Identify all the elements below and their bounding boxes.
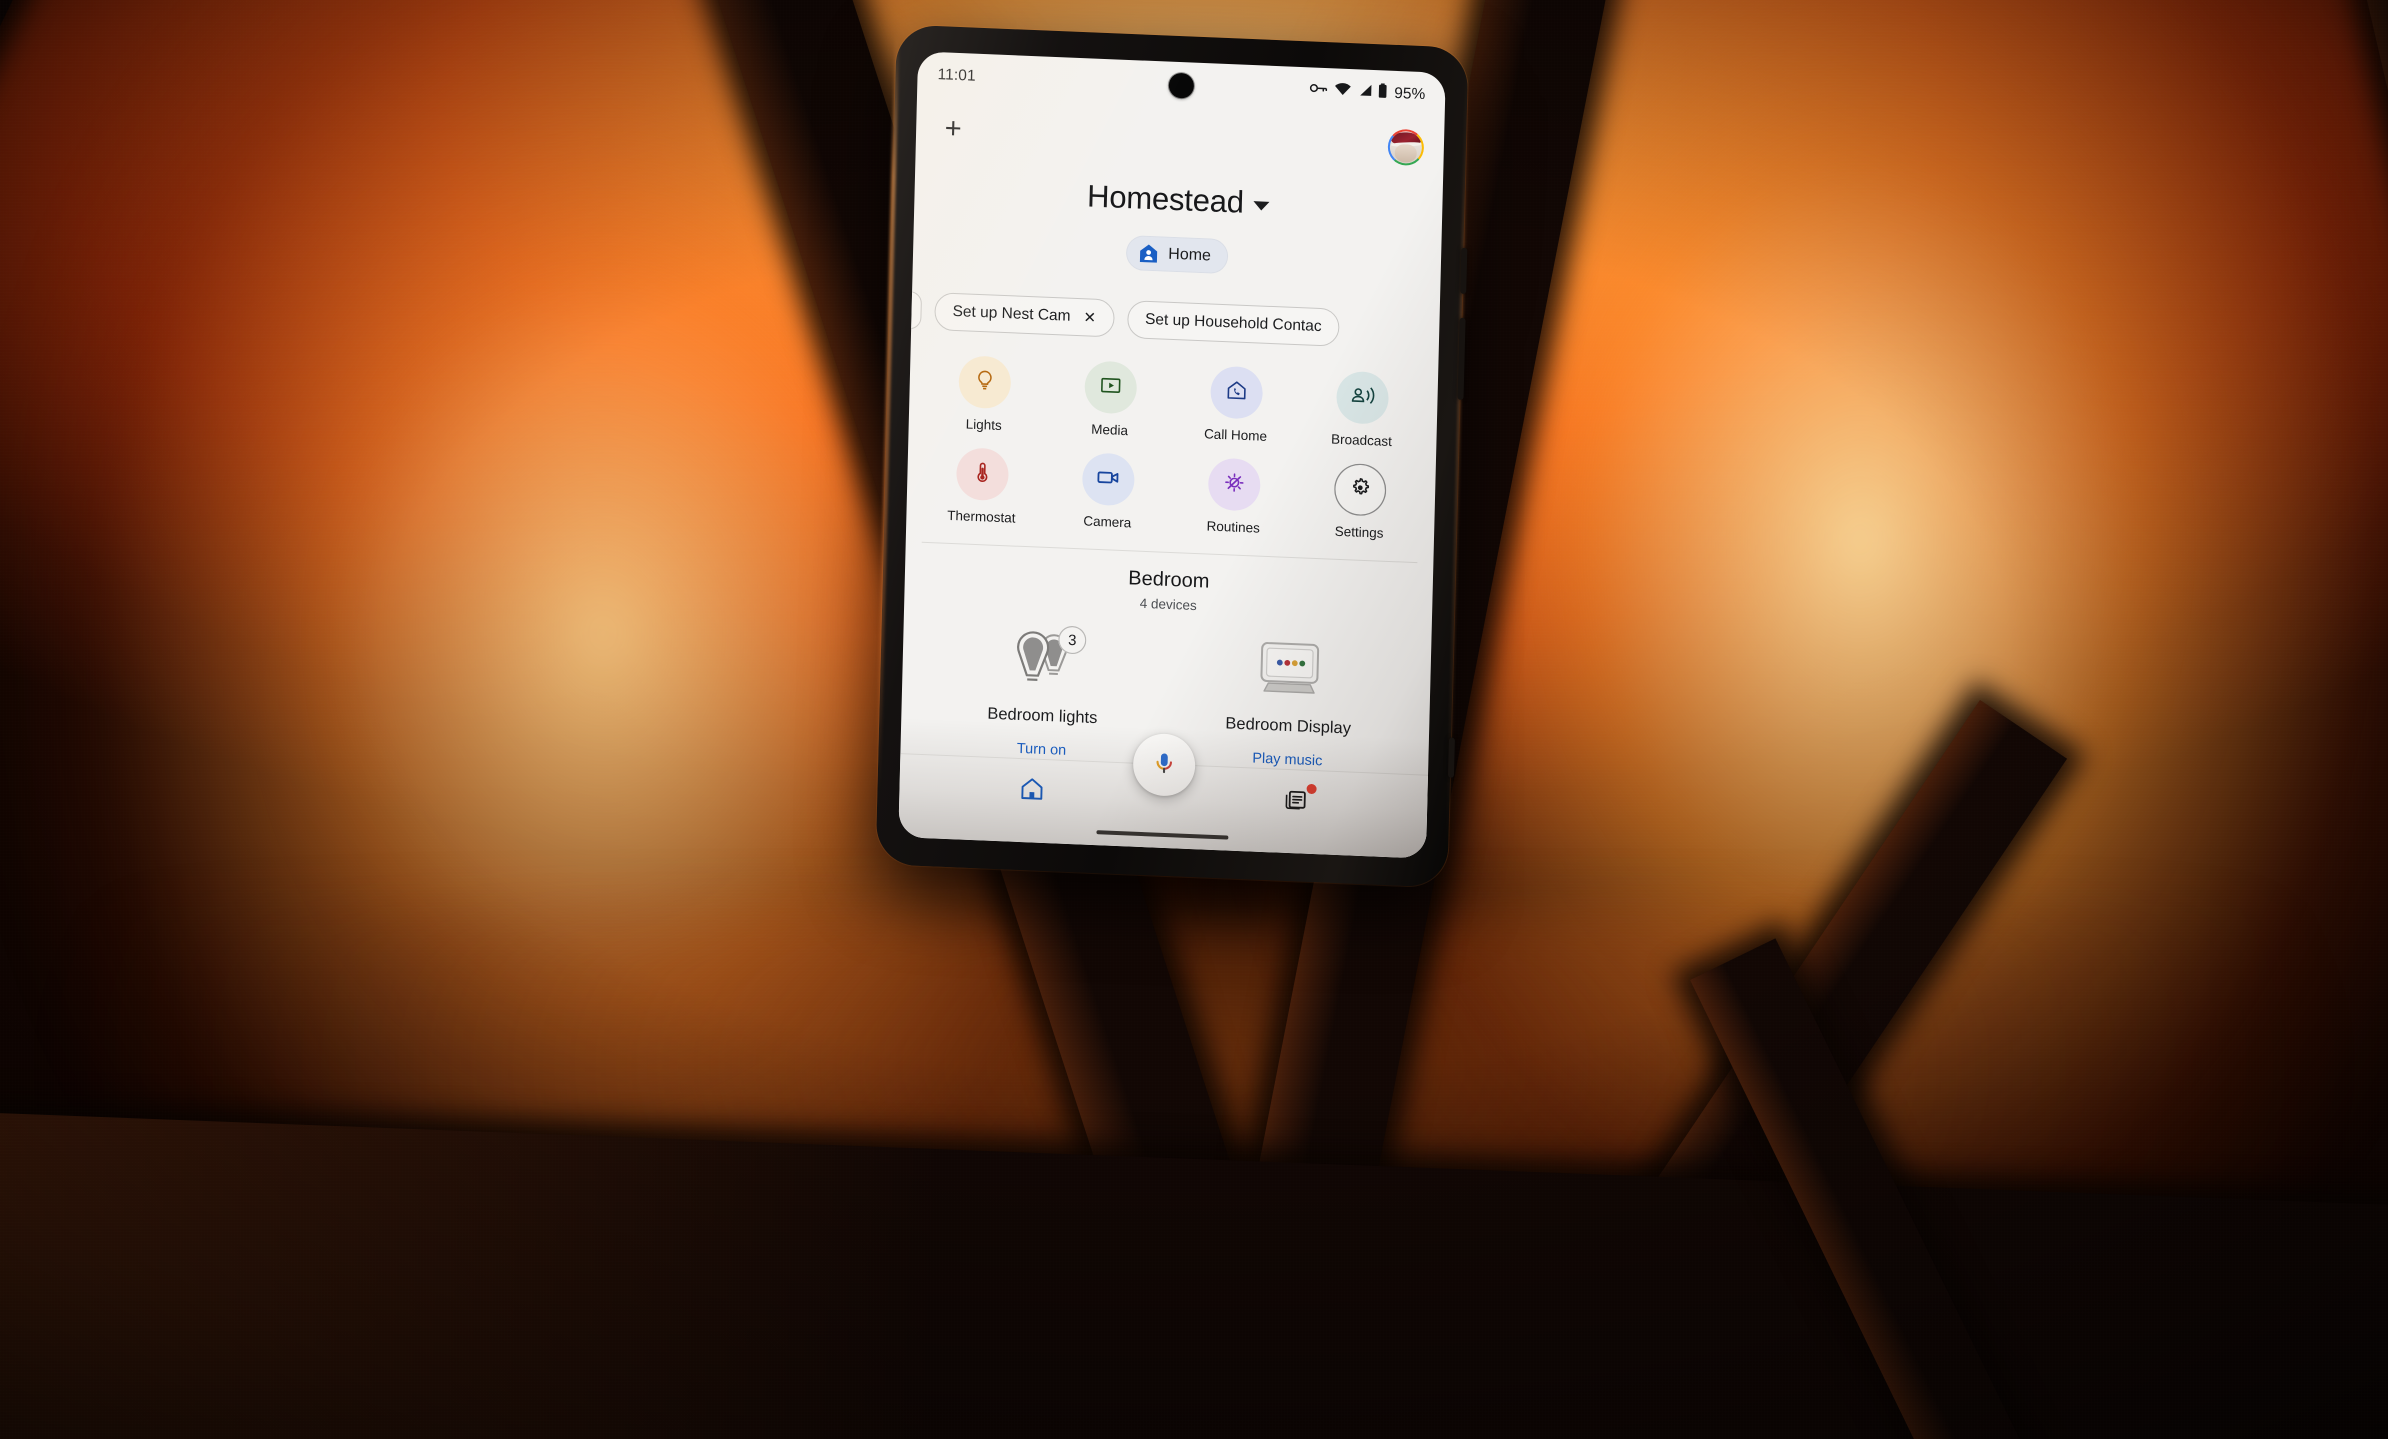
suggestion-chip-row[interactable]: Set up Nest Cam ✕ Set up Household Conta… — [898, 290, 1440, 351]
device-card-bedroom-display[interactable]: Bedroom Display Play music — [1164, 628, 1413, 773]
quick-actions-grid: Lights Media Call Home Broadcast Thermos… — [906, 353, 1438, 543]
device-name: Bedroom lights — [987, 704, 1098, 728]
nav-item-home[interactable] — [996, 774, 1067, 809]
suggestion-chip-nest-cam[interactable]: Set up Nest Cam ✕ — [934, 292, 1115, 338]
device-count-badge: 3 — [1057, 625, 1087, 655]
phone-side-accent — [1447, 737, 1455, 778]
notification-badge-dot — [1306, 783, 1317, 795]
device-name: Bedroom Display — [1225, 714, 1352, 738]
suggestion-chip-label: Set up Household Contac — [1144, 310, 1322, 336]
quick-action-label: Call Home — [1203, 426, 1268, 444]
device-card-bedroom-lights[interactable]: 3 Bedroom lights Turn on — [918, 618, 1167, 763]
chevron-down-icon — [1253, 201, 1270, 211]
quick-action-routines[interactable]: Routines — [1170, 456, 1298, 537]
photo-scene: 11:01 95% + Homestead Home Set up Nest C… — [0, 0, 2388, 1439]
suggestion-chip-label: Set up Nest Cam — [952, 302, 1071, 325]
quick-action-label: Routines — [1206, 518, 1261, 536]
device-action-link[interactable]: Turn on — [1017, 741, 1067, 759]
gear-icon — [1348, 475, 1373, 505]
nest-hub-icon — [1251, 637, 1329, 707]
camcorder-icon — [1095, 464, 1122, 494]
quick-action-camera[interactable]: Camera — [1044, 451, 1172, 532]
google-assistant-mic-icon — [1149, 747, 1180, 783]
account-avatar[interactable] — [1387, 128, 1425, 167]
device-action-link[interactable]: Play music — [1252, 751, 1322, 770]
nav-item-feed[interactable] — [1260, 783, 1331, 820]
call-home-bubble — [1209, 365, 1264, 420]
quick-action-media[interactable]: Media — [1046, 359, 1174, 440]
home-icon — [1018, 775, 1046, 808]
pixel-phone: 11:01 95% + Homestead Home Set up Nest C… — [874, 24, 1470, 888]
quick-action-lights[interactable]: Lights — [921, 354, 1049, 435]
quick-action-broadcast[interactable]: Broadcast — [1298, 369, 1426, 450]
quick-action-label: Media — [1091, 421, 1129, 439]
device-icon-wrap — [1251, 631, 1329, 712]
room-header-bedroom[interactable]: Bedroom 4 devices — [904, 558, 1433, 623]
phone-screen: 11:01 95% + Homestead Home Set up Nest C… — [898, 51, 1446, 859]
quick-action-label: Camera — [1083, 513, 1132, 531]
feed-icon — [1281, 786, 1309, 819]
broadcast-icon — [1349, 383, 1376, 413]
camera-bubble — [1081, 452, 1136, 507]
quick-action-label: Thermostat — [947, 507, 1016, 526]
status-bar-icons: 95% — [1309, 80, 1425, 105]
home-selector[interactable]: Homestead — [914, 171, 1443, 229]
quick-action-label: Settings — [1334, 523, 1384, 541]
quick-action-label: Broadcast — [1330, 431, 1393, 450]
settings-bubble — [1333, 462, 1387, 517]
battery-percent-label: 95% — [1394, 84, 1426, 104]
vpn-key-icon — [1309, 81, 1328, 100]
broadcast-bubble — [1335, 370, 1390, 425]
home-phone-icon — [1224, 378, 1249, 408]
cellular-signal-icon — [1357, 83, 1372, 102]
lights-bubble — [958, 355, 1012, 410]
home-chip-label: Home — [1168, 245, 1212, 264]
page-title: Homestead — [1086, 178, 1245, 220]
play-box-icon — [1098, 372, 1123, 402]
suggestion-chip-household-contacts[interactable]: Set up Household Contac — [1126, 300, 1341, 347]
add-device-button[interactable]: + — [936, 111, 971, 146]
home-member-icon — [1138, 242, 1160, 264]
quick-action-settings[interactable]: Settings — [1296, 461, 1424, 542]
close-icon[interactable]: ✕ — [1083, 308, 1096, 327]
avatar-face — [1394, 144, 1417, 164]
media-bubble — [1084, 360, 1138, 415]
home-filter-chip[interactable]: Home — [1125, 234, 1229, 275]
lightbulb-icon — [972, 367, 997, 397]
thermostat-bubble — [955, 447, 1010, 502]
battery-icon — [1378, 83, 1387, 103]
wifi-icon — [1334, 82, 1351, 101]
quick-action-label: Lights — [965, 416, 1002, 433]
quick-action-thermostat[interactable]: Thermostat — [918, 446, 1046, 527]
power-button[interactable] — [1460, 247, 1468, 294]
device-icon-wrap: 3 — [1005, 621, 1087, 702]
routines-bubble — [1207, 457, 1261, 512]
quick-action-call-home[interactable]: Call Home — [1172, 364, 1300, 445]
home-chip-row: Home — [913, 226, 1442, 283]
front-camera-punch-hole — [1168, 72, 1195, 99]
status-bar-clock: 11:01 — [937, 66, 976, 85]
avatar-photo — [1389, 130, 1423, 165]
section-divider — [921, 541, 1418, 564]
thermometer-icon — [970, 459, 995, 489]
routines-icon — [1222, 470, 1247, 500]
